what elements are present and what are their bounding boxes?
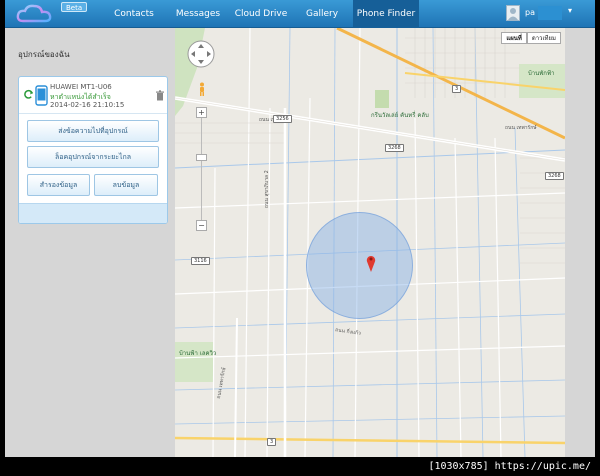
lock-device-button[interactable]: ล็อคอุปกรณ์จากระยะไกล (27, 146, 159, 168)
nav-cloud-drive[interactable]: Cloud Drive (229, 0, 293, 28)
road-label: ถนน สุขาภิบาล 2 (264, 170, 270, 208)
nav-contacts[interactable]: Contacts (101, 0, 167, 28)
watermark: [1030x785] https://upic.me/ (425, 459, 594, 474)
username[interactable]: pa (525, 0, 535, 28)
username-redaction (538, 6, 562, 20)
map-view[interactable]: แผนที่ ดาวเทียม ถนน เทพารักษ์ ถนน เทพารั… (175, 28, 565, 457)
location-accuracy-circle (306, 212, 413, 319)
nav-gallery[interactable]: Gallery (297, 0, 347, 28)
user-menu-chevron-icon[interactable]: ▾ (568, 6, 572, 16)
route-shield: 3256 (273, 115, 292, 123)
zoom-out-button[interactable]: − (196, 220, 207, 231)
map-type-map-button[interactable]: แผนที่ (501, 32, 527, 44)
zoom-slider-track[interactable] (201, 118, 202, 224)
map-type-satellite-button[interactable]: ดาวเทียม (526, 32, 561, 44)
nav-messages[interactable]: Messages (168, 0, 228, 28)
beta-badge: Beta (61, 2, 88, 12)
pan-control-icon[interactable] (187, 40, 215, 68)
erase-button[interactable]: ลบข้อมูล (94, 174, 158, 196)
route-shield: 3 (267, 438, 277, 446)
street-view-pegman-icon[interactable] (198, 82, 206, 96)
route-shield: 3116 (191, 257, 210, 265)
refresh-icon[interactable] (23, 89, 34, 100)
road-label: ถนน เทพารักษ์ (505, 125, 537, 131)
device-card-footer (19, 203, 167, 223)
location-pin-icon[interactable] (366, 254, 376, 272)
route-shield: 3268 (545, 172, 564, 180)
device-card: HUAWEI MT1-U06 หาตำแหน่งได้สำเร็จ 2014-0… (18, 76, 168, 224)
nav-phone-finder[interactable]: Phone Finder (353, 0, 419, 28)
route-shield: 3 (452, 85, 462, 93)
backup-button[interactable]: สำรองข้อมูล (27, 174, 90, 196)
my-devices-title: อุปกรณ์ของฉัน (18, 50, 70, 59)
send-message-button[interactable]: ส่งข้อความไปที่อุปกรณ์ (27, 120, 159, 142)
place-label: บ้านฟ้า เลควิว (179, 350, 217, 357)
device-info[interactable]: HUAWEI MT1-U06 หาตำแหน่งได้สำเร็จ 2014-0… (19, 77, 167, 113)
map-type-switcher: แผนที่ ดาวเทียม (501, 32, 561, 44)
right-gutter (565, 28, 595, 457)
trash-icon[interactable] (155, 90, 165, 101)
place-label: กรีนวัลเล่ย์ คันทรี่ คลับ (371, 112, 429, 119)
zoom-slider-thumb[interactable] (196, 154, 207, 161)
phone-icon (35, 85, 48, 106)
device-name: HUAWEI MT1-U06 (50, 83, 112, 91)
user-avatar-icon[interactable] (506, 5, 520, 21)
zoom-in-button[interactable]: + (196, 107, 207, 118)
route-shield: 3268 (385, 144, 404, 152)
cloud-logo-icon[interactable] (15, 3, 55, 25)
top-nav-bar: Beta Contacts Messages Cloud Drive Galle… (5, 0, 595, 28)
place-label: บ้านพักฟ้า (528, 70, 555, 77)
device-timestamp: 2014-02-16 21:10:15 (50, 101, 125, 109)
